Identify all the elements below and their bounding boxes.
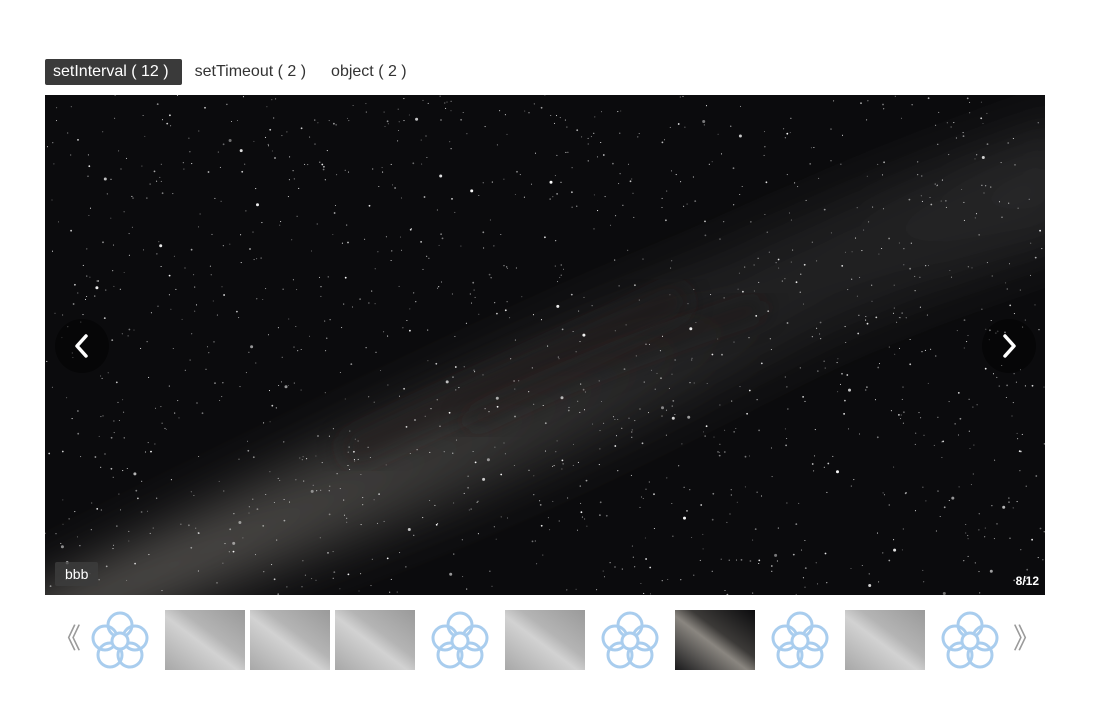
- chevron-right-icon: [1003, 334, 1016, 358]
- tab-object[interactable]: object ( 2 ): [323, 59, 420, 85]
- image-viewer: bbb 8/12: [45, 95, 1045, 595]
- thumbnails-next-arrow[interactable]: 》: [1013, 619, 1041, 659]
- image-counter: 8/12: [1015, 574, 1039, 588]
- tab-settimeout[interactable]: setTimeout ( 2 ): [187, 59, 319, 85]
- thumbnail-milky-way[interactable]: [250, 610, 330, 670]
- thumbnail-milky-way[interactable]: [335, 610, 415, 670]
- tab-setinterval[interactable]: setInterval ( 12 ): [45, 59, 182, 85]
- tab-bar: setInterval ( 12 ) setTimeout ( 2 ) obje…: [45, 59, 424, 85]
- image-caption: bbb: [55, 562, 99, 586]
- thumbnail-placeholder-flower-icon[interactable]: [760, 610, 840, 670]
- chevron-left-icon: [75, 334, 88, 358]
- thumbnail-strip: 《 》: [45, 605, 1045, 675]
- thumbnail-milky-way-active[interactable]: [675, 610, 755, 670]
- thumbnail-milky-way[interactable]: [165, 610, 245, 670]
- next-image-button[interactable]: [982, 319, 1036, 373]
- thumbnail-milky-way[interactable]: [505, 610, 585, 670]
- thumbnail-placeholder-flower-icon[interactable]: [80, 610, 160, 670]
- thumbnail-placeholder-flower-icon[interactable]: [930, 610, 1010, 670]
- thumbnail-placeholder-flower-icon[interactable]: [420, 610, 500, 670]
- thumbnails-prev-arrow[interactable]: 《: [53, 619, 81, 659]
- prev-image-button[interactable]: [55, 319, 109, 373]
- thumbnail-milky-way[interactable]: [845, 610, 925, 670]
- thumbnail-placeholder-flower-icon[interactable]: [590, 610, 670, 670]
- milky-way-image: [45, 95, 1045, 595]
